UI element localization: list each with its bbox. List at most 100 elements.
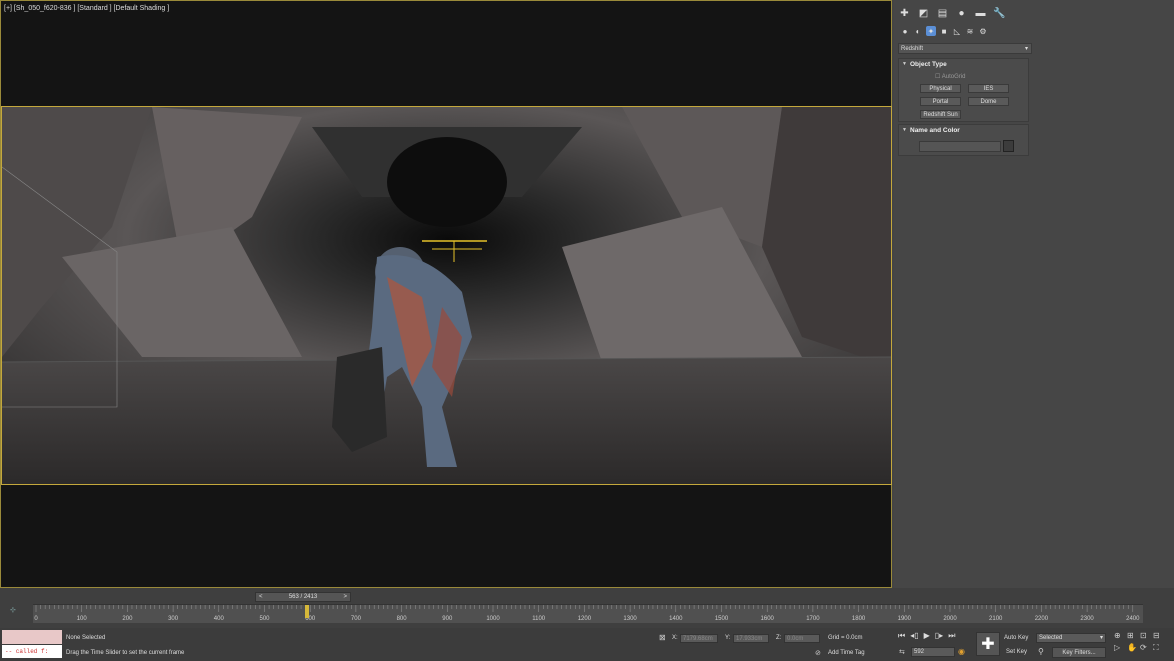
time-slider-frame-label: 563 / 2413 [288,594,318,600]
perspective-viewport[interactable]: [+] [Sh_050_f620-836 ] [Standard ] [Defa… [0,0,892,588]
track-tick-label: 1200 [578,616,592,622]
lock-selection-icon[interactable]: ⊠ [659,633,666,642]
track-tick-label: 1600 [761,616,775,622]
name-and-color-rollout: ▼ Name and Color [898,124,1029,156]
hierarchy-tab-icon[interactable]: ▤ [936,7,949,20]
viewport-navigation-controls: ⊕ ⊞ ⊡ ⊟ ▷ ✋ ⟳ ⛶ [1114,631,1166,653]
auto-key-button[interactable]: Auto Key [1004,635,1028,641]
grid-size-label: Grid = 0.0cm [828,635,863,641]
go-to-start-icon[interactable]: ⏮ [898,631,905,641]
z-coordinate-field[interactable]: 0.0cm [784,634,820,643]
zoom-extents-all-icon[interactable]: ⊟ [1153,631,1166,640]
autogrid-checkbox[interactable]: ☐ AutoGrid [935,73,965,80]
x-coordinate-field[interactable]: 7179.68cm [680,634,718,643]
lights-icon[interactable]: ✦ [926,26,936,36]
pan-icon[interactable]: ✋ [1127,643,1140,653]
geometry-icon[interactable]: ● [900,26,910,36]
object-name-field[interactable] [919,141,1001,152]
prompt-line: Drag the Time Slider to set the current … [66,650,185,656]
viewport-label-menu[interactable]: [+] [Sh_050_f620-836 ] [Standard ] [Defa… [4,5,169,12]
redshift-sun-button[interactable]: Redshift Sun [920,110,961,119]
play-icon[interactable]: ▶ [924,631,930,641]
time-slider-prev-button[interactable]: < [256,594,263,600]
command-panel: ✚ ◩ ▤ ● ▬ 🔧 ● ◐ ✦ ■ ◺ ≋ ⚙ Redshift ▾ ▼ O… [894,0,1174,598]
track-tick-label: 0 [34,616,38,622]
field-of-view-icon[interactable]: ▷ [1114,643,1127,653]
track-tick-label: 800 [397,616,408,622]
track-tick-label: 1700 [806,616,820,622]
rollout-collapse-icon[interactable]: ▼ [902,61,907,67]
key-filters-button[interactable]: Key Filters... [1052,647,1106,658]
set-key-big-button[interactable]: ✚ [976,632,1000,656]
object-type-rollout: ▼ Object Type ☐ AutoGrid Physical IES Po… [898,58,1029,122]
track-tick-label: 2100 [989,616,1003,622]
dome-light-button[interactable]: Dome [968,97,1009,106]
track-tick-label: 1000 [486,616,500,622]
track-tick-label: 2300 [1080,616,1094,622]
ies-light-button[interactable]: IES [968,84,1009,93]
autogrid-label: AutoGrid [941,74,966,80]
modify-tab-icon[interactable]: ◩ [917,7,930,20]
track-tick-label: 1400 [669,616,683,622]
key-filter-icon[interactable]: ⚲ [1038,647,1044,656]
shapes-icon[interactable]: ◐ [913,26,923,36]
helpers-icon[interactable]: ◺ [952,26,962,36]
time-slider[interactable]: < 563 / 2413 > [255,592,351,602]
maximize-viewport-icon[interactable]: ⛶ [1153,643,1166,653]
motion-tab-icon[interactable]: ● [955,7,968,20]
track-tick-label: 1300 [623,616,637,622]
z-label: Z: [776,635,782,641]
light-category-dropdown[interactable]: Redshift ▾ [898,43,1032,54]
object-type-title[interactable]: Object Type [910,61,947,68]
track-tick-label: 900 [442,616,453,622]
display-tab-icon[interactable]: ▬ [974,7,987,20]
name-and-color-title[interactable]: Name and Color [910,127,960,134]
scene-render [2,107,891,484]
key-mode-toggle-icon[interactable]: ⇆ [899,648,905,656]
time-configuration-icon[interactable]: ◉ [958,647,965,656]
physical-light-button[interactable]: Physical [920,84,961,93]
status-bar: -- called f: None Selected Drag the Time… [0,628,1174,661]
zoom-extents-icon[interactable]: ⊡ [1140,631,1153,640]
next-frame-icon[interactable]: ▯▸ [935,631,943,641]
previous-frame-icon[interactable]: ◂▯ [910,631,918,641]
track-tick-label: 700 [351,616,362,622]
go-to-end-icon[interactable]: ⏭ [948,631,955,641]
zoom-icon[interactable]: ⊕ [1114,631,1127,640]
current-frame-marker[interactable] [305,605,309,618]
portal-light-button[interactable]: Portal [920,97,961,106]
y-coordinate-field[interactable]: 17.933cm [733,634,769,643]
maxscript-listener-output[interactable]: -- called f: [2,645,62,658]
object-color-swatch[interactable] [1003,140,1014,152]
set-key-button[interactable]: Set Key [1006,649,1027,655]
orbit-icon[interactable]: ⟳ [1140,643,1153,653]
mini-curve-editor-toggle-icon[interactable]: ⊹ [10,606,16,614]
key-selection-value: Selected [1039,635,1063,641]
key-selection-dropdown[interactable]: Selected ▾ [1036,633,1106,643]
track-tick-label: 1800 [852,616,866,622]
time-tag-icon[interactable]: ⊘ [815,649,821,657]
track-tick-label: 100 [77,616,88,622]
cameras-icon[interactable]: ■ [939,26,949,36]
time-slider-next-button[interactable]: > [343,594,350,600]
maxscript-listener-top[interactable] [2,630,62,644]
track-tick-label: 1900 [898,616,912,622]
create-tab-icon[interactable]: ✚ [898,7,911,20]
spacewarps-icon[interactable]: ≋ [965,26,975,36]
current-frame-field[interactable]: 592 [911,647,955,657]
track-tick-label: 2200 [1035,616,1049,622]
rollout-collapse-icon[interactable]: ▼ [902,127,907,133]
track-bar[interactable]: 0 100 200 300 400 500 600 700 800 900 1000 1100 1200… [33,604,1143,623]
add-time-tag-button[interactable]: Add Time Tag [828,650,865,656]
systems-icon[interactable]: ⚙ [978,26,988,36]
chevron-down-icon: ▾ [1099,635,1103,641]
zoom-all-icon[interactable]: ⊞ [1127,631,1140,640]
track-tick-label: 300 [168,616,179,622]
utilities-tab-icon[interactable]: 🔧 [993,7,1006,20]
track-tick-label: 2000 [943,616,957,622]
playback-controls: ⏮ ◂▯ ▶ ▯▸ ⏭ [898,631,955,641]
safe-frame-render-region [1,106,892,485]
track-tick-label: 200 [122,616,133,622]
checkbox-icon: ☐ [935,74,941,80]
light-category-value: Redshift [901,46,924,52]
